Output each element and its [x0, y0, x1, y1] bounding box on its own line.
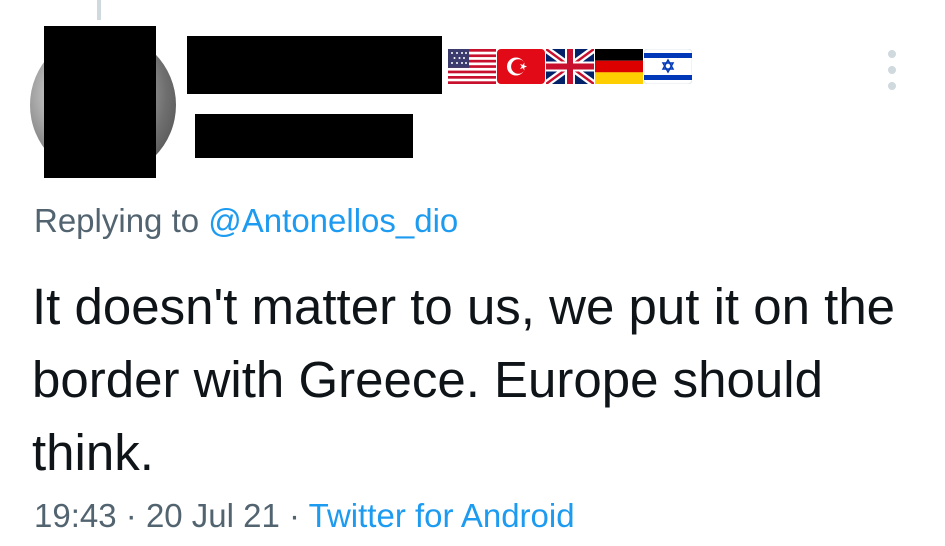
tweet-date[interactable]: 20 Jul 21 [146, 497, 280, 534]
flag-emoji-row [448, 49, 692, 84]
israel-flag-icon [644, 49, 692, 84]
more-dot [888, 50, 896, 58]
replying-to-label: Replying to [34, 202, 200, 239]
redaction-box-username [195, 114, 413, 158]
tweet-time[interactable]: 19:43 [34, 497, 117, 534]
redaction-box-avatar [44, 26, 156, 178]
replying-to: Replying to @Antonellos_dio [34, 202, 458, 240]
meta-separator: · [125, 497, 137, 534]
turkey-flag-icon [497, 49, 545, 84]
uk-flag-icon [546, 49, 594, 84]
more-dot [888, 82, 896, 90]
tweet-text: It doesn't matter to us, we put it on th… [32, 278, 896, 481]
meta-separator: · [289, 497, 301, 534]
us-flag-icon [448, 49, 496, 84]
mention-link[interactable]: @Antonellos_dio [208, 202, 458, 239]
germany-flag-icon [595, 49, 643, 84]
tweet-source-link[interactable]: Twitter for Android [309, 497, 575, 534]
thread-connector-line [97, 0, 101, 20]
more-dot [888, 66, 896, 74]
redaction-box-display-name [187, 36, 442, 94]
more-options-icon[interactable] [884, 50, 900, 90]
tweet-metadata: 19:43 · 20 Jul 21 · Twitter for Android [34, 497, 575, 535]
